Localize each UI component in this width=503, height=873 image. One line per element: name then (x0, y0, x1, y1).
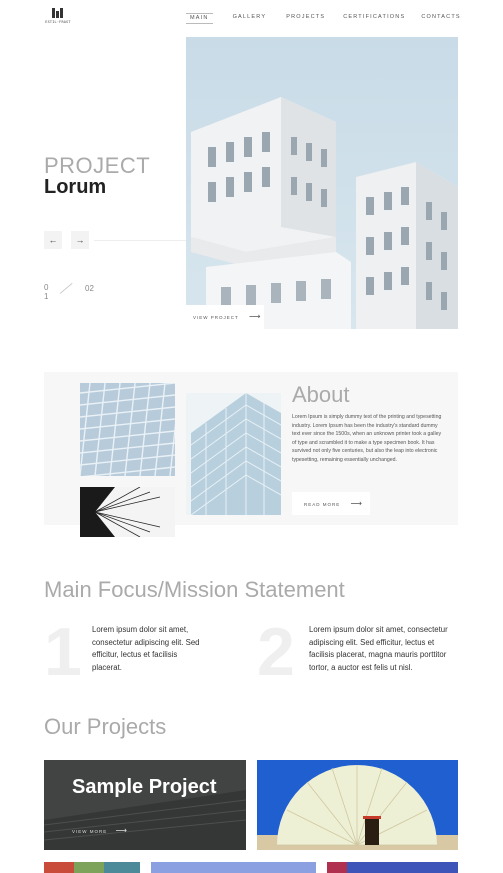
project-card-featured[interactable]: Sample Project VIEW MORE ⟶ (44, 760, 246, 850)
mission-number-2: 2 (257, 614, 295, 690)
project-card-5[interactable] (327, 861, 458, 873)
nav-certifications[interactable]: CERTIFICATIONS (343, 13, 405, 24)
next-button[interactable]: → (71, 231, 89, 249)
project-title: Sample Project (72, 776, 217, 798)
nav-projects[interactable]: PROJECTS (286, 13, 325, 24)
hero-divider (94, 240, 186, 241)
view-more-label: VIEW MORE (72, 829, 108, 834)
nav-main[interactable]: MAIN (186, 13, 213, 24)
project-card-4[interactable] (151, 861, 316, 873)
project-card-dome[interactable] (257, 760, 458, 850)
arrow-left-icon: ← (48, 235, 58, 245)
mission-text-2: Lorem ipsum dolor sit amet, consectetur … (309, 625, 448, 672)
read-more-button[interactable]: READ MORE ⟶ (292, 492, 370, 515)
about-title: About (292, 382, 350, 407)
project-card-3[interactable] (44, 861, 140, 873)
arrow-right-icon: ⟶ (248, 312, 262, 321)
prev-button[interactable]: ← (44, 231, 62, 249)
arrow-right-icon: ⟶ (115, 826, 128, 835)
view-more-link[interactable]: VIEW MORE ⟶ (72, 826, 128, 835)
mission-text-1: Lorem ipsum dolor sit amet, consectetur … (92, 625, 200, 672)
hero-image (186, 37, 458, 329)
arrow-right-icon: → (75, 235, 85, 245)
arrow-right-icon: ⟶ (350, 499, 363, 508)
hero-title: Lorum (44, 176, 107, 198)
mission-title: Main Focus/Mission Statement (44, 577, 345, 602)
read-more-label: READ MORE (304, 502, 341, 507)
slide-counter-current: 0 1 (44, 283, 49, 301)
slide-counter-separator (59, 282, 73, 294)
project-overlay (44, 760, 246, 850)
projects-title: Our Projects (44, 714, 167, 739)
main-nav: MAIN GALLERY PROJECTS CERTIFICATIONS CON… (186, 13, 461, 24)
about-image-tower (186, 393, 281, 515)
view-project-label: VIEW PROJECT (193, 315, 239, 320)
about-text: Lorem Ipsum is simply dummy text of the … (292, 414, 442, 463)
about-image-facade (80, 383, 175, 476)
about-image-abstract (80, 487, 175, 537)
slide-counter-total: 02 (85, 284, 94, 293)
view-project-button[interactable]: VIEW PROJECT ⟶ (186, 305, 264, 329)
nav-contacts[interactable]: CONTACTS (421, 13, 460, 24)
mission-number-1: 1 (44, 614, 82, 690)
logo-icon (52, 8, 64, 18)
logo-text: ESTIL·FRAST (45, 20, 71, 24)
nav-gallery[interactable]: GALLERY (233, 13, 267, 24)
logo[interactable]: ESTIL·FRAST (43, 8, 73, 26)
